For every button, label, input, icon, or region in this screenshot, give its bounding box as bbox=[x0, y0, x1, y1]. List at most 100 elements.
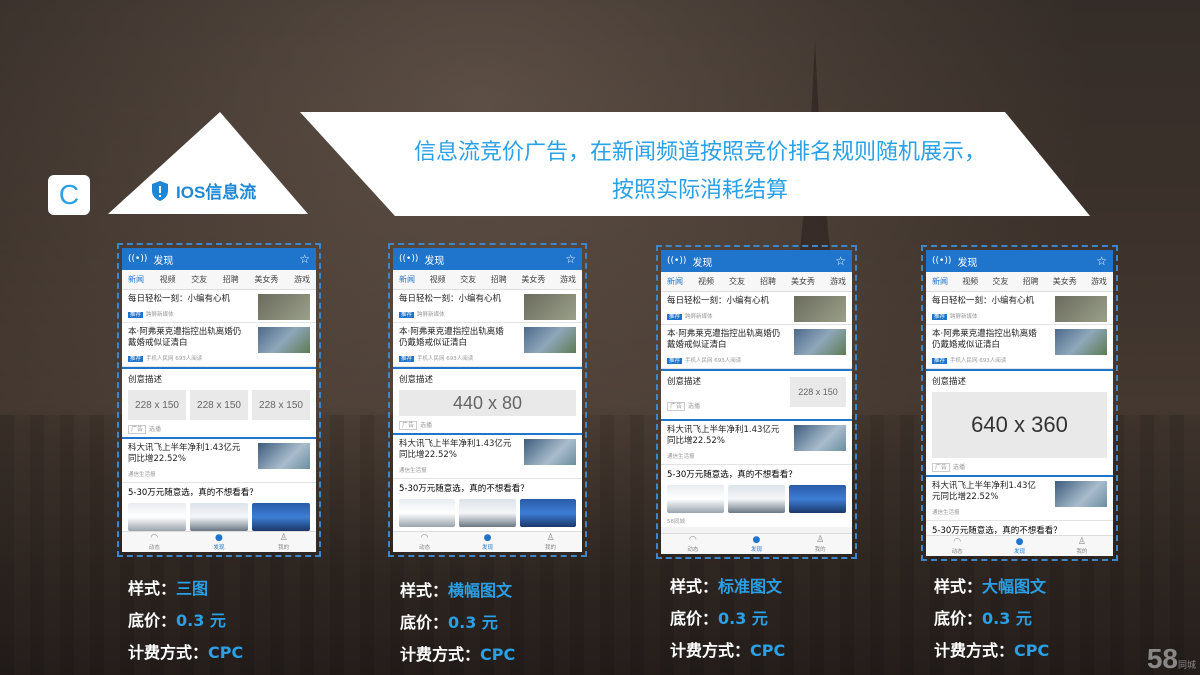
star-icon[interactable]: ☆ bbox=[1096, 254, 1107, 268]
caption-banner: 样式：横幅图文 底价：0.3 元 计费方式：CPC bbox=[400, 581, 516, 664]
tab-games[interactable]: 游戏 bbox=[830, 276, 846, 287]
nav-dynamic[interactable]: ◠ 动态 bbox=[687, 534, 698, 554]
news-item[interactable]: 每日轻松一刻：小编有心机 推荐 跨屏新媒体 bbox=[393, 290, 582, 323]
nav-discover[interactable]: ● 发现 bbox=[482, 532, 493, 552]
car-images bbox=[393, 497, 582, 529]
news-item[interactable]: 每日轻松一刻：小编有心机 推荐 跨屏新媒体 bbox=[661, 292, 852, 325]
news-item[interactable]: 科大讯飞上半年净利1.43亿元同比增22.52% 通信生活报 bbox=[122, 439, 316, 483]
tab-friends[interactable]: 交友 bbox=[992, 276, 1008, 287]
news-item[interactable]: 本·阿弗莱克遭指控出轨离婚仍戴婚戒似证清白 推荐 手机人民网 693人阅读 bbox=[122, 323, 316, 367]
wifi-logo-icon: ((•)) bbox=[399, 254, 419, 264]
ad-slot-three-images[interactable]: 创意描述 228 x 150 228 x 150 228 x 150 广告 选播 bbox=[122, 367, 316, 439]
ad-slot-large[interactable]: 创意描述 640 x 360 广告 选播 bbox=[926, 369, 1113, 477]
channel-tabs: 新闻 视频 交友 招聘 美女秀 游戏 bbox=[393, 270, 582, 290]
ad-image-size: 228 x 150 bbox=[128, 390, 186, 420]
nav-dynamic[interactable]: ◠ 动态 bbox=[419, 532, 430, 552]
tab-news[interactable]: 新闻 bbox=[667, 276, 683, 287]
channel-tabs: 新闻 视频 交友 招聘 美女秀 游戏 bbox=[926, 272, 1113, 292]
nav-mine[interactable]: ♙ 我的 bbox=[815, 534, 826, 554]
news-thumbnail bbox=[1055, 296, 1107, 322]
tab-games[interactable]: 游戏 bbox=[294, 274, 310, 285]
news-thumbnail bbox=[794, 296, 846, 322]
tab-friends[interactable]: 交友 bbox=[729, 276, 745, 287]
ad-image-size: 228 x 150 bbox=[790, 377, 846, 407]
tab-video[interactable]: 视频 bbox=[430, 274, 446, 285]
ad-label: 创意描述 bbox=[128, 375, 163, 385]
banner-text: 信息流竞价广告，在新闻频道按照竞价排名规则随机展示，按照实际消耗结算 bbox=[413, 140, 986, 203]
tab-video[interactable]: 视频 bbox=[962, 276, 978, 287]
news-thumbnail bbox=[1055, 329, 1107, 355]
news-title: 科大讯飞上半年净利1.43亿元同比增22.52% bbox=[667, 425, 780, 446]
tab-games[interactable]: 游戏 bbox=[1091, 276, 1107, 287]
tab-news[interactable]: 新闻 bbox=[932, 276, 948, 287]
news-meta: 推荐 手机人民网 693人阅读 bbox=[399, 356, 474, 362]
user-icon: ♙ bbox=[816, 535, 825, 545]
news-thumbnail bbox=[1055, 481, 1107, 507]
news-item[interactable]: 本·阿弗莱克遭指控出轨离婚仍戴婚戒似证清白 推荐 手机人民网 693人阅读 bbox=[661, 325, 852, 369]
tab-friends[interactable]: 交友 bbox=[191, 274, 207, 285]
car-image bbox=[399, 499, 456, 527]
tab-beauty[interactable]: 美女秀 bbox=[521, 274, 545, 285]
car-news-title[interactable]: 5-30万元随意选，真的不想看看？ bbox=[661, 465, 852, 483]
nav-dynamic[interactable]: ◠ 动态 bbox=[952, 536, 963, 556]
ad-slot-banner[interactable]: 创意描述 440 x 80 广告 选播 bbox=[393, 367, 582, 435]
wifi-logo-icon: ((•)) bbox=[932, 256, 952, 266]
discover-icon: ● bbox=[215, 533, 223, 543]
news-meta: 通信生活报 bbox=[128, 472, 156, 478]
tab-beauty[interactable]: 美女秀 bbox=[254, 274, 278, 285]
tab-jobs[interactable]: 招聘 bbox=[760, 276, 776, 287]
ad-slot-standard[interactable]: 创意描述 228 x 150 广告 选播 bbox=[661, 369, 852, 421]
tab-jobs[interactable]: 招聘 bbox=[223, 274, 239, 285]
news-title: 每日轻松一刻：小编有心机 bbox=[667, 296, 770, 306]
phone-three-images: ((•)) 发现 ☆ 新闻 视频 交友 招聘 美女秀 游戏 每日轻松一刻：小编有… bbox=[117, 243, 321, 557]
tab-beauty[interactable]: 美女秀 bbox=[1053, 276, 1077, 287]
news-item[interactable]: 本·阿弗莱克遭指控出轨离婚仍戴婚戒似证清白 推荐 手机人民网 693人阅读 bbox=[926, 325, 1113, 369]
nav-dynamic[interactable]: ◠ 动态 bbox=[149, 532, 160, 552]
news-title: 本·阿弗莱克遭指控出轨离婚仍戴婚戒似证清白 bbox=[667, 329, 781, 350]
car-image bbox=[728, 485, 785, 513]
tab-games[interactable]: 游戏 bbox=[560, 274, 576, 285]
news-title: 每日轻松一刻：小编有心机 bbox=[399, 294, 502, 304]
nav-discover[interactable]: ● 发现 bbox=[1014, 536, 1025, 556]
news-item[interactable]: 本·阿弗莱克遭指控出轨离婚仍戴婚戒似证清白 推荐 手机人民网 693人阅读 bbox=[393, 323, 582, 367]
news-item[interactable]: 科大讯飞上半年净利1.43亿元同比增22.52% 通信生活报 bbox=[926, 477, 1113, 521]
discover-icon: ● bbox=[483, 533, 492, 543]
star-icon[interactable]: ☆ bbox=[835, 254, 846, 268]
nav-mine[interactable]: ♙ 我的 bbox=[545, 532, 556, 552]
car-images bbox=[122, 501, 316, 533]
nav-mine[interactable]: ♙ 我的 bbox=[1076, 536, 1087, 556]
tab-jobs[interactable]: 招聘 bbox=[1023, 276, 1039, 287]
news-thumbnail bbox=[258, 294, 310, 320]
news-item[interactable]: 科大讯飞上半年净利1.43亿元同比增22.52% 通信生活报 bbox=[661, 421, 852, 465]
ad-footer: 广告 选播 bbox=[932, 462, 1107, 472]
nav-mine[interactable]: ♙ 我的 bbox=[278, 532, 289, 552]
news-item[interactable]: 每日轻松一刻：小编有心机 推荐 跨屏新媒体 bbox=[122, 290, 316, 323]
news-item[interactable]: 科大讯飞上半年净利1.43亿元同比增22.52% 通信生活报 bbox=[393, 435, 582, 479]
nav-discover[interactable]: ● 发现 bbox=[751, 534, 762, 554]
car-news-title[interactable]: 5-30万元随意选，真的不想看看？ bbox=[393, 479, 582, 497]
news-title: 本·阿弗莱克遭指控出轨离婚仍戴婚戒似证清白 bbox=[128, 327, 242, 348]
nav-discover[interactable]: ● 发现 bbox=[213, 532, 224, 552]
discover-icon: ● bbox=[752, 535, 761, 545]
phone-banner: ((•)) 发现 ☆ 新闻 视频 交友 招聘 美女秀 游戏 每日轻松一刻：小编有… bbox=[388, 243, 587, 557]
news-title: 每日轻松一刻：小编有心机 bbox=[128, 294, 231, 304]
tab-jobs[interactable]: 招聘 bbox=[491, 274, 507, 285]
tab-video[interactable]: 视频 bbox=[160, 274, 176, 285]
ad-image-size: 228 x 150 bbox=[252, 390, 310, 420]
news-thumbnail bbox=[524, 294, 576, 320]
car-news-title[interactable]: 5-30万元随意选，真的不想看看？ bbox=[122, 483, 316, 501]
wifi-logo-icon: ((•)) bbox=[667, 256, 687, 266]
tab-beauty[interactable]: 美女秀 bbox=[791, 276, 815, 287]
ad-image-size: 440 x 80 bbox=[399, 390, 576, 416]
tab-friends[interactable]: 交友 bbox=[460, 274, 476, 285]
tab-video[interactable]: 视频 bbox=[698, 276, 714, 287]
star-icon[interactable]: ☆ bbox=[565, 252, 576, 266]
tab-news[interactable]: 新闻 bbox=[399, 274, 415, 285]
phone-topbar: ((•)) 发现 ☆ bbox=[926, 250, 1113, 272]
star-icon[interactable]: ☆ bbox=[299, 252, 310, 266]
wifi-icon: ◠ bbox=[688, 535, 697, 545]
discover-icon: ● bbox=[1015, 537, 1024, 547]
news-item[interactable]: 每日轻松一刻：小编有心机 推荐 跨屏新媒体 bbox=[926, 292, 1113, 325]
tab-news[interactable]: 新闻 bbox=[128, 274, 144, 285]
car-image bbox=[128, 503, 186, 531]
